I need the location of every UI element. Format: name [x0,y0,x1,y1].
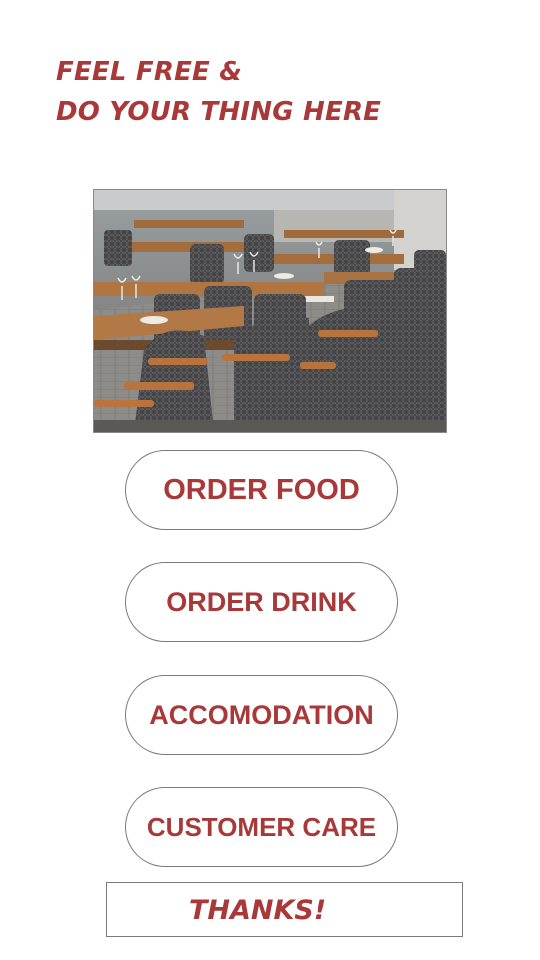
customer-care-button[interactable]: CUSTOMER CARE [125,787,398,867]
accomodation-button[interactable]: ACCOMODATION [125,675,398,755]
headline-line-2: DO YOUR THING HERE [56,97,382,127]
order-food-button[interactable]: ORDER FOOD [125,450,398,530]
order-drink-button[interactable]: ORDER DRINK [125,562,398,642]
thanks-label: THANKS! [189,895,327,926]
restaurant-photo [94,190,446,432]
thanks-box: THANKS! [106,882,463,937]
headline-line-1: FEEL FREE & [56,57,243,87]
hero-image [93,189,447,433]
page-headline: FEEL FREE & DO YOUR THING HERE [56,52,381,132]
